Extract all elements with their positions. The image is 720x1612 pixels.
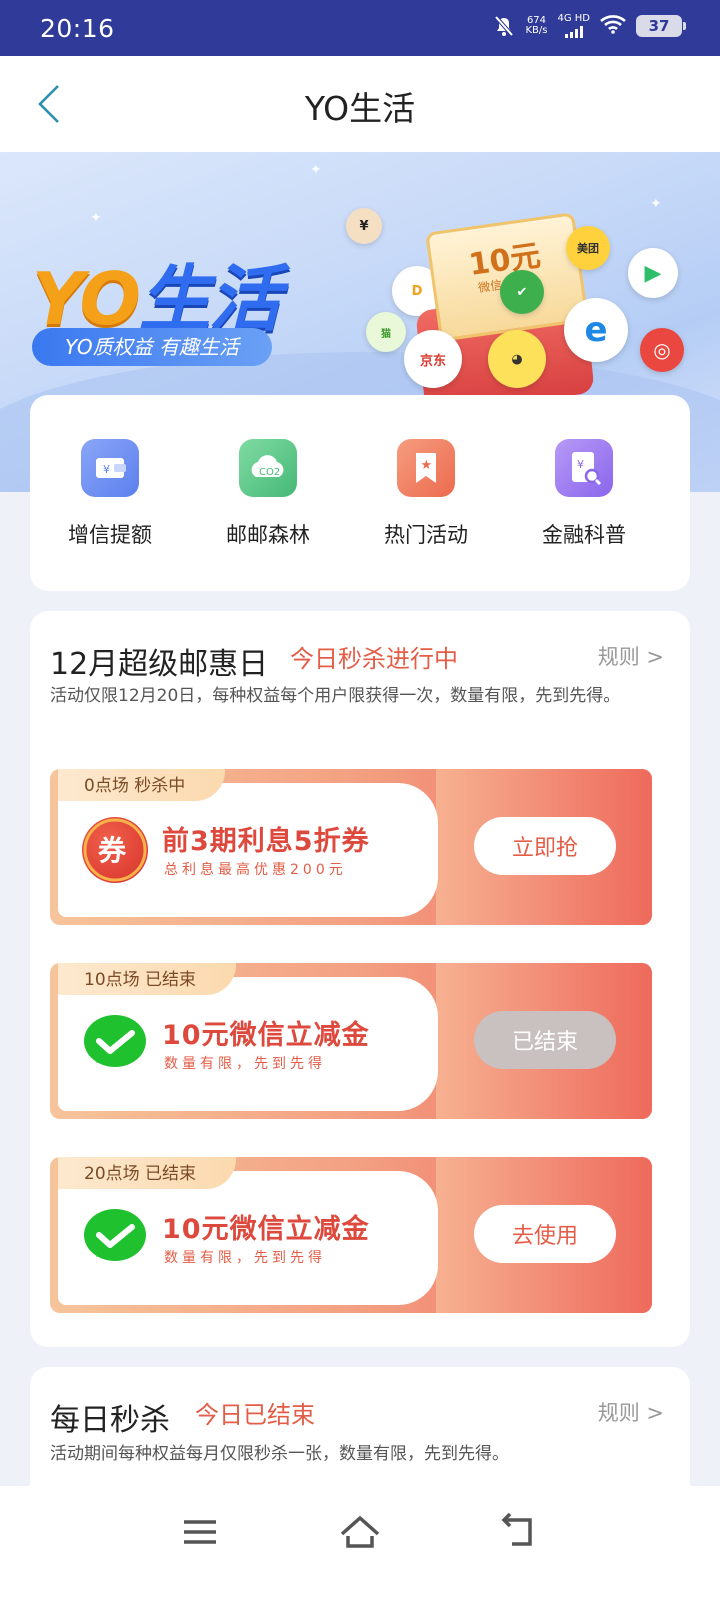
quick-item-finance[interactable]: ¥ 金融科普 <box>504 439 664 549</box>
daily-title: 每日秒杀 <box>50 1403 170 1438</box>
offer-card: 10点场 已结束 10元微信立减金 数量有限，先到先得 已结束 <box>50 963 652 1119</box>
sparkle-icon: ✦ <box>310 162 322 178</box>
svg-text:★: ★ <box>421 458 433 473</box>
page-title: YO生活 <box>304 89 416 128</box>
svg-text:CO2: CO2 <box>259 467 280 478</box>
promo-title: 12月超级邮惠日 <box>50 647 269 682</box>
signal-bars-icon <box>557 26 590 38</box>
offer-subtitle: 总利息最高优惠200元 <box>164 862 347 878</box>
offer-tag: 20点场 已结束 <box>58 1157 237 1189</box>
sparkle-icon: ✦ <box>650 196 662 212</box>
meituan-icon: 美团 <box>566 226 610 270</box>
status-time: 20:16 <box>40 14 115 43</box>
menu-icon <box>184 1520 216 1544</box>
wechat-icon <box>82 1011 148 1077</box>
coin-icon: ¥ <box>346 208 382 244</box>
document-search-icon: ¥ <box>555 439 613 497</box>
home-button[interactable] <box>336 1508 384 1556</box>
quick-item-label: 热门活动 <box>384 523 468 547</box>
daily-description: 活动期间每种权益每月仅限秒杀一张，数量有限，先到先得。 <box>50 1444 509 1464</box>
quick-item-label: 邮邮森林 <box>226 523 310 547</box>
svg-text:¥: ¥ <box>577 458 584 471</box>
quick-item-events[interactable]: ★ 热门活动 <box>346 439 506 549</box>
quick-menu-card: ¥ 增信提额 CO2 邮邮森林 ★ 热门活动 ¥ 金融科普 <box>30 395 690 591</box>
return-icon <box>501 1512 532 1546</box>
coupon-icon: 券 <box>82 817 148 883</box>
offer-tag: 0点场 秒杀中 <box>58 769 226 801</box>
offer-tag: 10点场 已结束 <box>58 963 237 995</box>
system-nav-bar <box>0 1486 720 1612</box>
promo-description: 活动仅限12月20日，每种权益每个用户限获得一次，数量有限，先到先得。 <box>50 686 621 706</box>
signal-indicator: 4G HD <box>557 14 590 38</box>
offer-title: 10元微信立减金 <box>162 1214 370 1245</box>
grab-now-button[interactable]: 立即抢 <box>474 817 616 875</box>
offer-title: 前3期利息5折券 <box>162 826 370 857</box>
quick-item-forest[interactable]: CO2 邮邮森林 <box>188 439 348 549</box>
wallet-icon: ¥ <box>81 439 139 497</box>
offer-subtitle: 数量有限，先到先得 <box>164 1056 326 1072</box>
co2-cloud-icon: CO2 <box>239 439 297 497</box>
offer-card: 0点场 秒杀中 券 前3期利息5折券 总利息最高优惠200元 立即抢 <box>50 769 652 925</box>
home-icon <box>340 1516 380 1548</box>
quick-item-label: 金融科普 <box>542 523 626 547</box>
promo-status: 今日秒杀进行中 <box>290 645 458 673</box>
sparkle-icon: ✦ <box>90 210 102 226</box>
jd-icon: 京东 <box>404 330 462 388</box>
back-system-button[interactable] <box>496 1508 544 1556</box>
rules-link[interactable]: 规则 > <box>598 641 664 671</box>
svg-text:券: 券 <box>98 834 127 867</box>
banner-slogan: YO质权益 有趣生活 <box>32 328 272 366</box>
net-speed: 674 KB/s <box>525 15 548 36</box>
ended-button[interactable]: 已结束 <box>474 1011 616 1069</box>
offer-subtitle: 数量有限，先到先得 <box>164 1250 326 1266</box>
offer-title: 10元微信立减金 <box>162 1020 370 1051</box>
status-bar: 20:16 674 KB/s 4G HD 37 <box>0 0 720 56</box>
use-now-button[interactable]: 去使用 <box>474 1205 616 1263</box>
battery-icon: 37 <box>636 15 686 37</box>
bookmark-star-icon: ★ <box>397 439 455 497</box>
quick-item-credit[interactable]: ¥ 增信提额 <box>30 439 190 549</box>
play-icon: ▶ <box>628 248 678 298</box>
rules-link[interactable]: 规则 > <box>598 1397 664 1427</box>
eleme-icon: e <box>564 298 628 362</box>
nav-bar: YO生活 <box>0 56 720 152</box>
check-icon: ✔ <box>500 270 544 314</box>
menu-button[interactable] <box>176 1508 224 1556</box>
offer-card: 20点场 已结束 10元微信立减金 数量有限，先到先得 去使用 <box>50 1157 652 1313</box>
wifi-icon <box>600 14 626 38</box>
tmall-icon: 猫 <box>366 312 406 352</box>
mute-icon <box>493 15 515 37</box>
wechat-icon <box>82 1205 148 1271</box>
svg-text:¥: ¥ <box>103 463 110 476</box>
status-icons: 674 KB/s 4G HD 37 <box>493 14 686 38</box>
promo-card: 12月超级邮惠日 今日秒杀进行中 规则 > 活动仅限12月20日，每种权益每个用… <box>30 611 690 1347</box>
netease-music-icon: ◎ <box>640 328 684 372</box>
quick-item-label: 增信提额 <box>68 523 152 547</box>
daily-status: 今日已结束 <box>195 1401 315 1429</box>
mascot-icon: ◕ <box>488 330 546 388</box>
